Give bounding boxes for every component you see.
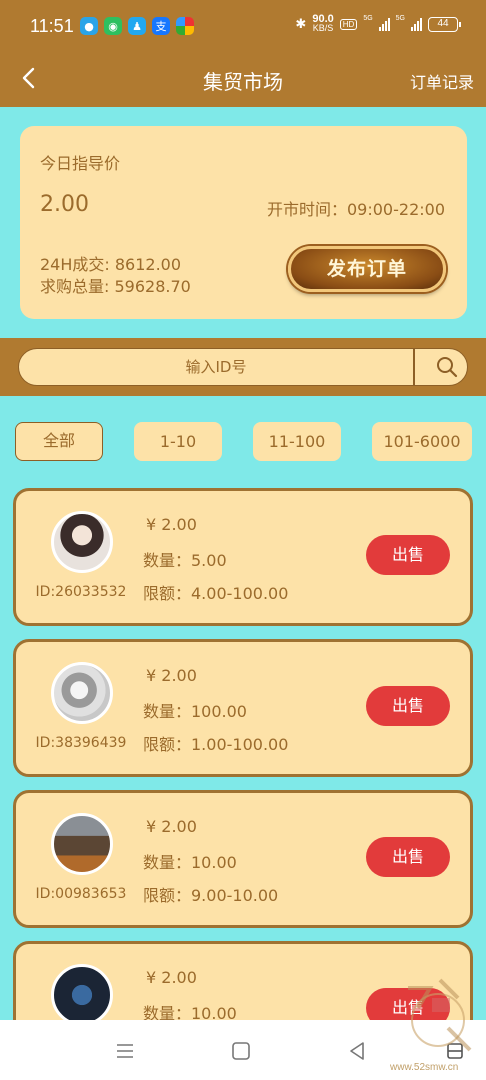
list-item: ID:38396439 ¥ 2.00 数量：100.00 限额：1.00-100… — [13, 639, 473, 777]
sell-button[interactable]: 出售 — [366, 837, 450, 877]
filter-11-100[interactable]: 11-100 — [253, 422, 341, 461]
back-nav-icon[interactable] — [346, 1040, 368, 1062]
order-price: ¥ 2.00 — [146, 968, 197, 987]
qq-icon: ♟ — [128, 17, 146, 35]
status-time: 11:51 — [30, 16, 74, 36]
sell-button[interactable]: 出售 — [366, 535, 450, 575]
order-limit: 限额：4.00-100.00 — [143, 584, 289, 603]
search-icon[interactable] — [435, 355, 459, 379]
status-bar: 11:51 ● ◉ ♟ 支 ✱ 90.0 KB/S HD 5G 5G 44 — [0, 0, 486, 52]
avatar — [51, 511, 113, 573]
order-limit: 限额：1.00-100.00 — [143, 735, 289, 754]
order-history-link[interactable]: 订单记录 — [410, 69, 474, 93]
notification-icons: ● ◉ ♟ 支 — [80, 17, 194, 35]
order-price: ¥ 2.00 — [146, 666, 197, 685]
net-speed: 90.0 KB/S — [312, 14, 334, 33]
market-open-time: 开市时间：09:00-22:00 — [267, 200, 445, 219]
hd-badge: HD — [339, 18, 358, 30]
volume-info: 24H成交: 8612.00 求购总量: 59628.70 — [40, 254, 191, 298]
list-item: ID:00983653 ¥ 2.00 数量：10.00 限额：9.00-10.0… — [13, 790, 473, 928]
search-box — [18, 348, 468, 386]
filter-all[interactable]: 全部 — [15, 422, 103, 461]
quantity-filter-tabs: 全部 1-10 11-100 101-6000 — [0, 422, 486, 462]
publish-order-button[interactable]: 发布订单 — [288, 246, 446, 292]
signal-1-icon — [378, 17, 390, 31]
signal-label-1: 5G — [363, 15, 373, 22]
battery-icon: 44 — [428, 16, 461, 32]
seller-id: ID:38396439 — [35, 735, 127, 751]
avatar — [51, 662, 113, 724]
home-icon[interactable] — [230, 1040, 252, 1062]
search-divider — [413, 349, 415, 385]
message-app-icon: ● — [80, 17, 98, 35]
filter-101-6000[interactable]: 101-6000 — [372, 422, 472, 461]
signal-2-icon — [411, 17, 422, 31]
order-quantity: 数量：10.00 — [143, 853, 237, 872]
id-search-input[interactable] — [19, 349, 413, 385]
sell-button[interactable]: 出售 — [366, 686, 450, 726]
order-price: ¥ 2.00 — [146, 515, 197, 534]
guide-price-value: 2.00 — [40, 192, 89, 217]
app-switch-icon[interactable] — [444, 1040, 466, 1062]
avatar — [51, 964, 113, 1026]
wechat-icon: ◉ — [104, 17, 122, 35]
alipay-icon: 支 — [152, 17, 170, 35]
order-quantity: 数量：5.00 — [143, 551, 227, 570]
signal-label-2: 5G — [395, 15, 405, 22]
status-right: ✱ 90.0 KB/S HD 5G 5G 44 — [295, 14, 461, 33]
guide-price-card: 今日指导价 2.00 开市时间：09:00-22:00 24H成交: 8612.… — [20, 126, 467, 319]
search-bar — [0, 338, 486, 396]
seller-id: ID:26033532 — [35, 584, 127, 600]
avatar — [51, 813, 113, 875]
top-bar: 集贸市场 订单记录 — [0, 52, 486, 107]
list-item: ID:26033532 ¥ 2.00 数量：5.00 限额：4.00-100.0… — [13, 488, 473, 626]
watermark-url: www.52smw.cn — [390, 1062, 459, 1073]
order-price: ¥ 2.00 — [146, 817, 197, 836]
menu-icon[interactable] — [114, 1040, 136, 1062]
filter-1-10[interactable]: 1-10 — [134, 422, 222, 461]
today-guide-label: 今日指导价 — [40, 154, 121, 173]
order-limit: 限额：9.00-10.00 — [143, 886, 279, 905]
browser-icon — [176, 17, 194, 35]
bluetooth-icon: ✱ — [295, 16, 307, 31]
volume-24h: 24H成交: 8612.00 — [40, 255, 182, 274]
seller-id: ID:00983653 — [35, 886, 127, 902]
net-speed-unit: KB/S — [312, 23, 334, 33]
order-quantity: 数量：100.00 — [143, 702, 247, 721]
total-buy-volume: 求购总量: 59628.70 — [40, 277, 191, 296]
